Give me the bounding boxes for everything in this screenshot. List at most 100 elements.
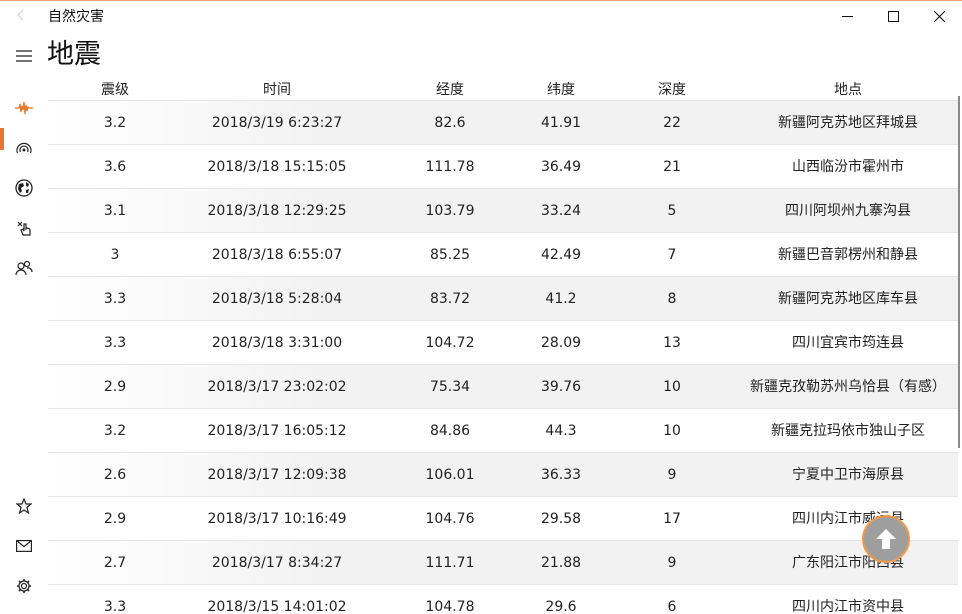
cell-magnitude: 2.9 bbox=[103, 379, 127, 395]
cell-location: 广东阳江市阳西县 bbox=[792, 555, 904, 571]
cell-magnitude: 3.6 bbox=[103, 159, 127, 175]
table-row[interactable]: 2.9 2018/3/17 10:16:49 104.76 29.58 17 四川内江市威… bbox=[48, 496, 958, 541]
maximize-button[interactable] bbox=[870, 1, 916, 32]
star-icon bbox=[16, 498, 32, 514]
cell-time: 2018/3/17 12:09:38 bbox=[207, 467, 347, 483]
cell-magnitude: 3.2 bbox=[103, 115, 127, 131]
cell-longitude: 104.78 bbox=[425, 599, 475, 614]
nav-item-mail[interactable] bbox=[0, 526, 48, 566]
nav-item-hand[interactable] bbox=[0, 208, 48, 248]
table-row[interactable]: 2.6 2018/3/17 12:09:38 106.01 36.33 9 宁夏中卫市海原… bbox=[48, 452, 958, 497]
scroll-to-top-button[interactable] bbox=[862, 515, 910, 563]
cell-depth: 21 bbox=[663, 159, 681, 175]
cell-depth: 10 bbox=[663, 423, 681, 439]
cell-latitude: 41.2 bbox=[545, 291, 577, 307]
cell-location: 新疆克孜勒苏州乌恰县（有感） bbox=[750, 379, 946, 395]
cell-location: 新疆克拉玛依市独山子区 bbox=[771, 423, 925, 439]
cell-longitude: 84.86 bbox=[429, 423, 471, 439]
cell-location: 宁夏中卫市海原县 bbox=[792, 467, 904, 483]
cell-latitude: 28.09 bbox=[540, 335, 582, 351]
table-row[interactable]: 3.1 2018/3/18 12:29:25 103.79 33.24 5 四川阿坝州九寨… bbox=[48, 188, 958, 233]
cell-longitude: 104.76 bbox=[425, 511, 475, 527]
broadcast-icon bbox=[16, 142, 32, 154]
cell-magnitude: 3.3 bbox=[103, 335, 127, 351]
header-depth[interactable]: 深度 bbox=[616, 81, 728, 99]
cell-time: 2018/3/18 5:28:04 bbox=[211, 291, 343, 307]
table-row[interactable]: 3.2 2018/3/17 16:05:12 84.86 44.3 10 新疆克拉玛依市独… bbox=[48, 408, 958, 453]
nav-item-people[interactable] bbox=[0, 248, 48, 288]
header-time[interactable]: 时间 bbox=[182, 81, 372, 99]
cell-location: 新疆阿克苏地区拜城县 bbox=[778, 115, 918, 131]
cell-longitude: 82.6 bbox=[434, 115, 466, 131]
hamburger-menu-icon bbox=[16, 50, 32, 62]
earthquake-table: 震级 时间 经度 纬度 深度 地点 3.2 2018/3/19 6:23:27 82… bbox=[48, 78, 958, 614]
title-bar: 自然灾害 bbox=[0, 1, 962, 32]
cell-time: 2018/3/18 15:15:05 bbox=[207, 159, 347, 175]
nav-item-settings[interactable] bbox=[0, 566, 48, 606]
navigation-pane bbox=[0, 32, 48, 614]
header-magnitude[interactable]: 震级 bbox=[48, 81, 182, 99]
cell-latitude: 39.76 bbox=[540, 379, 582, 395]
cell-depth: 17 bbox=[663, 511, 681, 527]
table-row[interactable]: 3.2 2018/3/19 6:23:27 82.6 41.91 22 新疆阿克苏地区拜城… bbox=[48, 100, 958, 145]
nav-item-globe[interactable] bbox=[0, 168, 48, 208]
cell-magnitude: 3.2 bbox=[103, 423, 127, 439]
cell-depth: 9 bbox=[667, 467, 677, 483]
header-longitude[interactable]: 经度 bbox=[372, 81, 528, 99]
close-button[interactable] bbox=[916, 1, 962, 32]
cell-longitude: 103.79 bbox=[425, 203, 475, 219]
cell-latitude: 21.88 bbox=[540, 555, 582, 571]
arrow-up-icon bbox=[876, 529, 896, 549]
cell-depth: 10 bbox=[663, 379, 681, 395]
cell-magnitude: 2.7 bbox=[103, 555, 127, 571]
cell-location: 四川内江市资中县 bbox=[792, 599, 904, 614]
cell-latitude: 36.49 bbox=[540, 159, 582, 175]
cell-magnitude: 2.9 bbox=[103, 511, 127, 527]
table-row[interactable]: 3.6 2018/3/18 15:15:05 111.78 36.49 21 山西临汾市霍… bbox=[48, 144, 958, 189]
cell-latitude: 29.6 bbox=[545, 599, 577, 614]
cell-depth: 6 bbox=[667, 599, 677, 614]
close-icon bbox=[933, 11, 945, 22]
cell-latitude: 33.24 bbox=[540, 203, 582, 219]
vertical-scrollbar[interactable] bbox=[958, 96, 960, 448]
cell-location: 四川内江市威远县 bbox=[792, 511, 904, 527]
table-row[interactable]: 2.7 2018/3/17 8:34:27 111.71 21.88 9 广东阳江市阳西县 bbox=[48, 540, 958, 585]
header-location[interactable]: 地点 bbox=[728, 81, 958, 99]
minimize-icon bbox=[841, 16, 853, 17]
nav-item-broadcast[interactable] bbox=[0, 128, 48, 168]
cell-time: 2018/3/19 6:23:27 bbox=[211, 115, 343, 131]
cell-time: 2018/3/18 6:55:07 bbox=[211, 247, 343, 263]
back-arrow-icon bbox=[17, 9, 24, 21]
table-row[interactable]: 3.3 2018/3/18 5:28:04 83.72 41.2 8 新疆阿克苏地区库车县 bbox=[48, 276, 958, 321]
mail-icon bbox=[16, 540, 32, 552]
globe-icon bbox=[15, 179, 33, 197]
cell-depth: 9 bbox=[667, 555, 677, 571]
cell-time: 2018/3/18 12:29:25 bbox=[207, 203, 347, 219]
table-row[interactable]: 3.3 2018/3/18 3:31:00 104.72 28.09 13 四川宜宾市筠连… bbox=[48, 320, 958, 365]
maximize-icon bbox=[887, 11, 899, 22]
cell-magnitude: 3.3 bbox=[103, 599, 127, 614]
hamburger-menu-button[interactable] bbox=[0, 36, 48, 76]
back-button[interactable] bbox=[10, 7, 32, 27]
cell-time: 2018/3/17 23:02:02 bbox=[207, 379, 347, 395]
cell-magnitude: 3.3 bbox=[103, 291, 127, 307]
header-latitude[interactable]: 纬度 bbox=[506, 81, 616, 99]
cell-time: 2018/3/15 14:01:02 bbox=[207, 599, 347, 614]
cell-depth: 5 bbox=[667, 203, 677, 219]
minimize-button[interactable] bbox=[824, 1, 870, 32]
cell-longitude: 111.71 bbox=[425, 555, 475, 571]
table-row[interactable]: 3.3 2018/3/15 14:01:02 104.78 29.6 6 四川内江市资中县 bbox=[48, 584, 958, 614]
cell-longitude: 83.72 bbox=[429, 291, 471, 307]
cell-magnitude: 2.6 bbox=[103, 467, 127, 483]
cell-time: 2018/3/17 10:16:49 bbox=[207, 511, 347, 527]
nav-item-earthquake[interactable] bbox=[0, 88, 48, 128]
table-row[interactable]: 3 2018/3/18 6:55:07 85.25 42.49 7 新疆巴音郭楞州和静县 bbox=[48, 232, 958, 277]
cell-location: 山西临汾市霍州市 bbox=[792, 159, 904, 175]
cell-latitude: 36.33 bbox=[540, 467, 582, 483]
cell-depth: 7 bbox=[667, 247, 677, 263]
cell-depth: 13 bbox=[663, 335, 681, 351]
table-row[interactable]: 2.9 2018/3/17 23:02:02 75.34 39.76 10 新疆克孜勒苏州… bbox=[48, 364, 958, 409]
nav-item-favorites[interactable] bbox=[0, 486, 48, 526]
cell-location: 四川宜宾市筠连县 bbox=[792, 335, 904, 351]
cell-time: 2018/3/18 3:31:00 bbox=[211, 335, 343, 351]
